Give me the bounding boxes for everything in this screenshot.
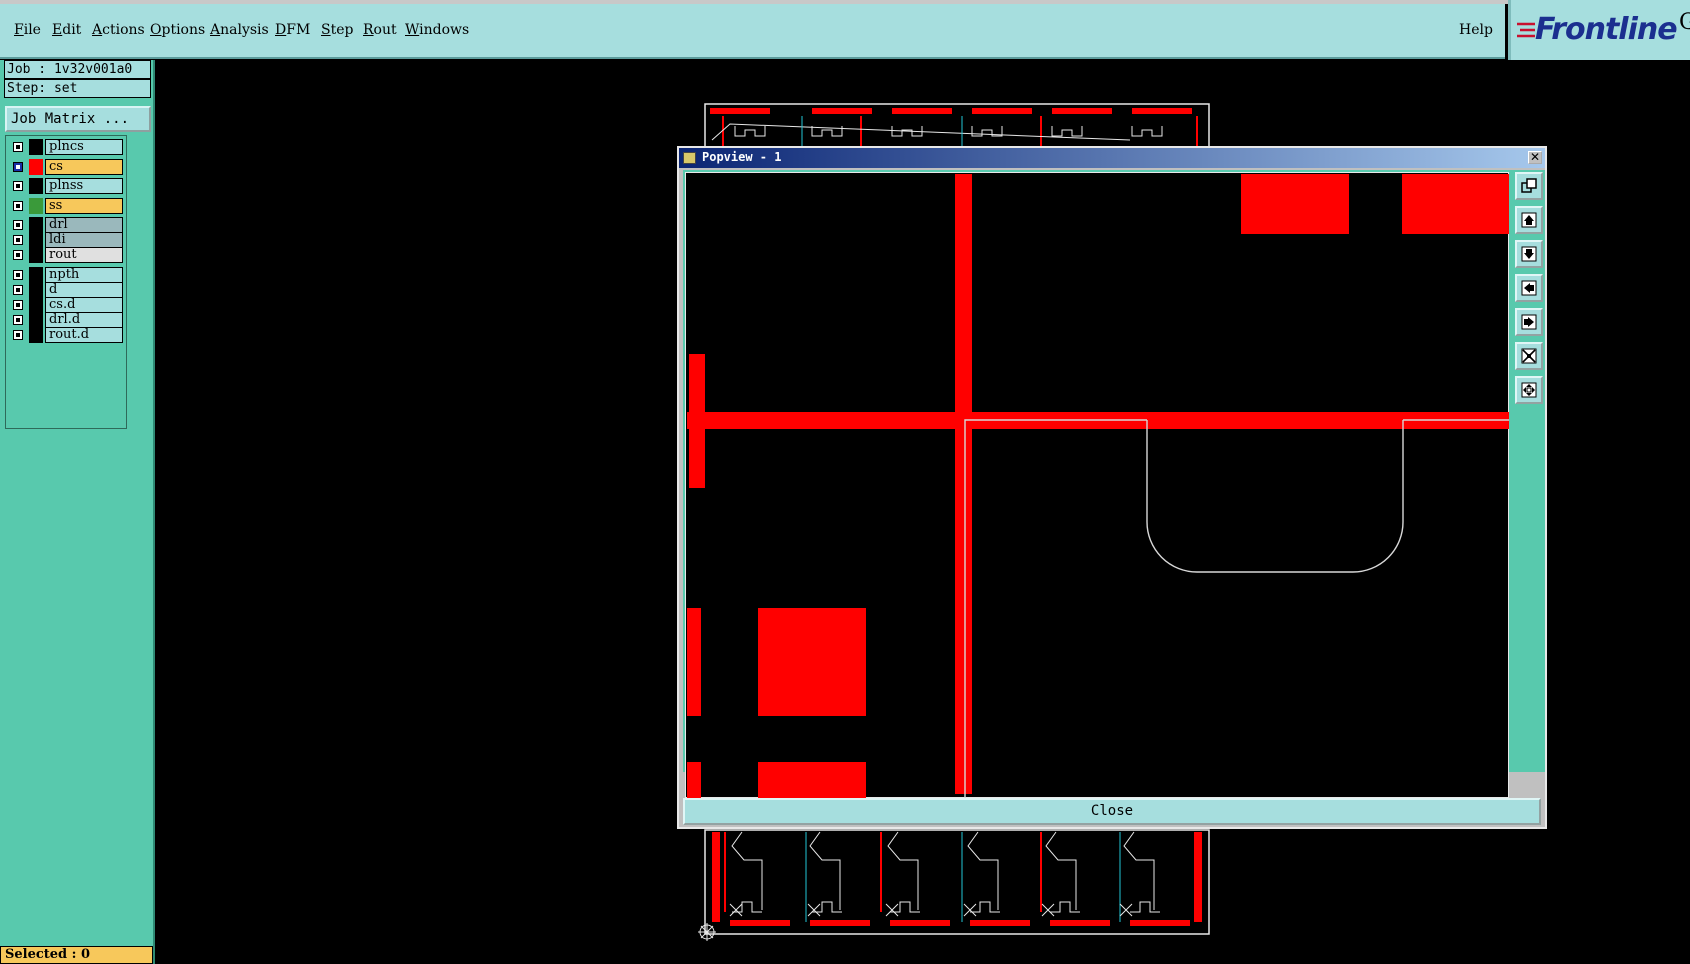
popview-toolbar: [1513, 170, 1545, 772]
window-app-icon: [683, 152, 696, 164]
layer-color-swatch: [29, 217, 43, 233]
layer-name[interactable]: cs.d: [45, 297, 123, 313]
popview-body: [683, 170, 1545, 798]
layer-row-ldi[interactable]: ldi: [9, 232, 123, 248]
layer-checkbox[interactable]: [13, 270, 23, 280]
copper-pads-top: [710, 108, 1198, 146]
layer-name[interactable]: plncs: [45, 139, 123, 155]
layer-name[interactable]: rout: [45, 247, 123, 263]
layer-list: plncs cs plnss ss drl ldi rout npth d cs…: [5, 135, 127, 429]
popview-window[interactable]: Popview - 1 ✕ Close: [677, 146, 1547, 829]
layer-row-plncs[interactable]: plncs: [9, 139, 123, 155]
layer-color-swatch: [29, 159, 43, 175]
layer-color-swatch: [29, 232, 43, 248]
layer-color-swatch: [29, 198, 43, 214]
job-matrix-button[interactable]: Job Matrix ...: [5, 106, 151, 132]
layer-name[interactable]: d: [45, 282, 123, 298]
layer-color-swatch: [29, 139, 43, 155]
layer-name[interactable]: npth: [45, 267, 123, 283]
layer-checkbox[interactable]: [13, 162, 23, 172]
layer-color-swatch: [29, 297, 43, 313]
datum-origin-icon: [698, 923, 716, 941]
popview-title: Popview - 1: [702, 150, 782, 164]
pan-left-icon[interactable]: [1515, 274, 1543, 302]
layer-row-drl-d[interactable]: drl.d: [9, 312, 123, 328]
pan-right-icon[interactable]: [1515, 308, 1543, 336]
layer-row-plnss[interactable]: plnss: [9, 178, 123, 194]
cyan-lines-top: [801, 116, 963, 146]
layer-checkbox[interactable]: [13, 181, 23, 191]
layer-checkbox[interactable]: [13, 285, 23, 295]
step-name: Step: set: [4, 79, 151, 98]
menu-dfm[interactable]: DFM: [275, 22, 310, 38]
layer-row-ss[interactable]: ss: [9, 198, 123, 214]
pan-down-icon[interactable]: [1515, 240, 1543, 268]
menu-actions[interactable]: Actions: [92, 22, 145, 38]
menu-windows[interactable]: Windows: [405, 22, 469, 38]
layer-color-swatch: [29, 267, 43, 283]
cyan-lines-bottom: [805, 832, 1121, 922]
menu-rout[interactable]: Rout: [363, 22, 397, 38]
menubar: File Edit Actions Options Analysis DFM S…: [0, 4, 1505, 59]
layer-name[interactable]: ldi: [45, 232, 123, 248]
layer-checkbox[interactable]: [13, 142, 23, 152]
layer-name[interactable]: plnss: [45, 178, 123, 194]
layer-checkbox[interactable]: [13, 235, 23, 245]
layer-checkbox[interactable]: [13, 300, 23, 310]
layer-name[interactable]: cs: [45, 159, 123, 175]
left-panel: Job : 1v32v001a0 Step: set Job Matrix ..…: [0, 60, 155, 964]
menu-analysis[interactable]: Analysis: [210, 22, 269, 38]
menu-help[interactable]: Help: [1459, 22, 1493, 38]
layer-checkbox[interactable]: [13, 250, 23, 260]
layer-checkbox[interactable]: [13, 201, 23, 211]
layer-checkbox[interactable]: [13, 220, 23, 230]
layer-checkbox[interactable]: [13, 315, 23, 325]
rout-path-top: [711, 123, 1131, 141]
layer-row-cs-d[interactable]: cs.d: [9, 297, 123, 313]
layer-color-swatch: [29, 327, 43, 343]
frontline-logo: Frontline G: [1508, 0, 1690, 60]
layer-row-rout-d[interactable]: rout.d: [9, 327, 123, 343]
close-icon[interactable]: ✕: [1528, 151, 1542, 164]
menu-file[interactable]: File: [14, 22, 41, 38]
rout-slots-top: [734, 126, 1163, 137]
layer-name[interactable]: drl.d: [45, 312, 123, 328]
layer-color-swatch: [29, 282, 43, 298]
layer-color-swatch: [29, 312, 43, 328]
layer-color-swatch: [29, 247, 43, 263]
layer-row-cs[interactable]: cs: [9, 159, 123, 175]
pan-up-icon[interactable]: [1515, 206, 1543, 234]
menu-step[interactable]: Step: [321, 22, 353, 38]
zoom-fit-icon[interactable]: [1515, 342, 1543, 370]
popview-titlebar[interactable]: Popview - 1 ✕: [679, 148, 1545, 168]
logo-suffix: G: [1679, 10, 1690, 35]
popview-close-button[interactable]: Close: [683, 798, 1541, 825]
layer-name[interactable]: drl: [45, 217, 123, 233]
layer-row-drl[interactable]: drl: [9, 217, 123, 233]
layer-row-d[interactable]: d: [9, 282, 123, 298]
logo-speed-lines-icon: [1517, 22, 1535, 38]
layer-row-npth[interactable]: npth: [9, 267, 123, 283]
layer-row-rout[interactable]: rout: [9, 247, 123, 263]
layer-checkbox[interactable]: [13, 330, 23, 340]
layer-name[interactable]: ss: [45, 198, 123, 214]
cross-marks-bottom: [729, 903, 1133, 917]
menu-edit[interactable]: Edit: [52, 22, 81, 38]
panel-outline-bottom: [704, 829, 1210, 935]
layer-color-swatch: [29, 178, 43, 194]
rout-slots-bottom: [731, 831, 1160, 913]
layer-name[interactable]: rout.d: [45, 327, 123, 343]
job-name: Job : 1v32v001a0: [4, 60, 151, 79]
popview-zoom-view[interactable]: [685, 172, 1509, 798]
zoom-window-icon[interactable]: [1515, 172, 1543, 200]
menu-options[interactable]: Options: [150, 22, 205, 38]
zoom-home-icon[interactable]: [1515, 376, 1543, 404]
logo-text: Frontline: [1535, 12, 1678, 47]
selected-count-status: Selected : 0: [0, 946, 153, 964]
